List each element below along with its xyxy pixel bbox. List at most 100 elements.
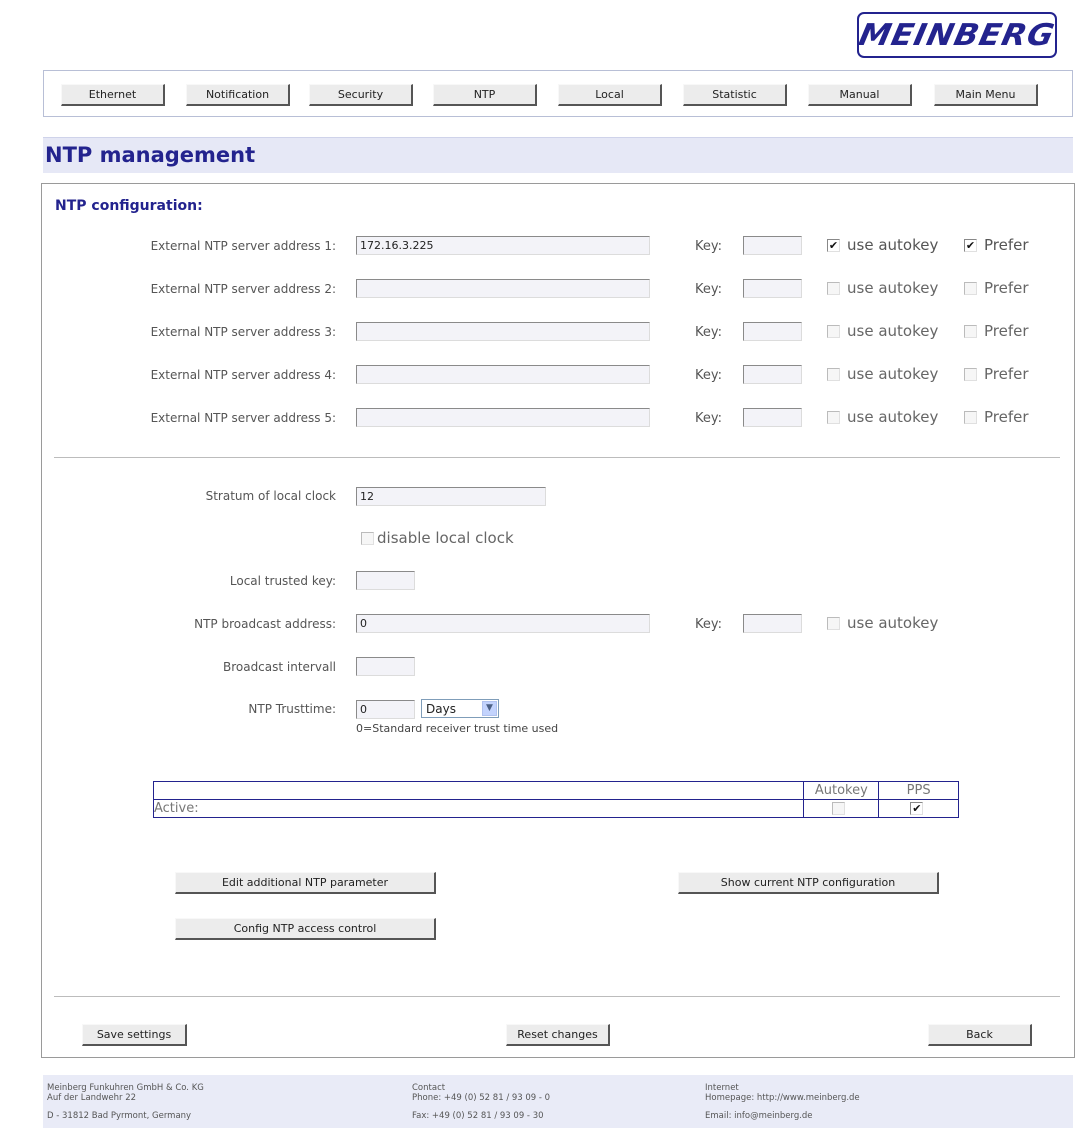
trusttime-unit-value: Days	[426, 702, 456, 716]
server-4-label: External NTP server address 4:	[150, 368, 336, 382]
company-name: Meinberg Funkuhren GmbH & Co. KG	[47, 1083, 204, 1093]
server-3-key-label: Key:	[694, 325, 722, 340]
trusted-key-input[interactable]	[356, 571, 415, 590]
server-3-address-input[interactable]	[356, 322, 650, 341]
stratum-label: Stratum of local clock	[205, 489, 336, 503]
stratum-input[interactable]: 12	[356, 487, 546, 506]
broadcast-autokey-checkbox[interactable]	[827, 617, 840, 630]
footer-company: Meinberg Funkuhren GmbH & Co. KG Auf der…	[47, 1083, 204, 1121]
active-row-label: Active:	[152, 799, 805, 818]
divider	[54, 996, 1060, 997]
server-5-key-input[interactable]	[743, 408, 802, 427]
server-1-key-label: Key:	[694, 239, 722, 254]
trusttime-input[interactable]: 0	[356, 700, 415, 719]
nav-security-button[interactable]: Security	[309, 84, 413, 106]
footer-contact: Contact Phone: +49 (0) 52 81 / 93 09 - 0…	[412, 1083, 550, 1121]
nav-bar: Ethernet Notification Security NTP Local…	[43, 70, 1073, 117]
server-2-autokey-label: use autokey	[847, 279, 939, 297]
server-4-key-input[interactable]	[743, 365, 802, 384]
server-5-autokey-label: use autokey	[847, 408, 939, 426]
show-current-ntp-configuration-button[interactable]: Show current NTP configuration	[678, 872, 939, 894]
broadcast-interval-input[interactable]	[356, 657, 415, 676]
internet-title: Internet	[705, 1083, 739, 1093]
server-3-label: External NTP server address 3:	[150, 325, 336, 339]
logo-text: MEINBERG	[855, 17, 1059, 53]
server-3-key-input[interactable]	[743, 322, 802, 341]
server-5-address-input[interactable]	[356, 408, 650, 427]
server-1-prefer-checkbox[interactable]: ✔	[964, 239, 977, 252]
nav-manual-button[interactable]: Manual	[808, 84, 912, 106]
footer: Meinberg Funkuhren GmbH & Co. KG Auf der…	[43, 1075, 1073, 1128]
contact-fax: Fax: +49 (0) 52 81 / 93 09 - 30	[412, 1111, 544, 1121]
server-3-prefer-checkbox[interactable]	[964, 325, 977, 338]
contact-title: Contact	[412, 1083, 446, 1093]
server-1-address-input[interactable]: 172.16.3.225	[356, 236, 650, 255]
disable-local-clock-checkbox[interactable]	[361, 532, 374, 545]
server-2-prefer-checkbox[interactable]	[964, 282, 977, 295]
trusttime-note: 0=Standard receiver trust time used	[356, 722, 559, 735]
company-street: Auf der Landwehr 22	[47, 1093, 137, 1103]
active-table: Autokey PPS Active: ✔	[152, 781, 959, 818]
broadcast-address-input[interactable]: 0	[356, 614, 650, 633]
server-3-autokey-checkbox[interactable]	[827, 325, 840, 338]
broadcast-address-label: NTP broadcast address:	[194, 617, 336, 631]
server-5-label: External NTP server address 5:	[150, 411, 336, 425]
server-2-prefer-label: Prefer	[984, 279, 1029, 297]
broadcast-key-input[interactable]	[743, 614, 802, 633]
server-2-key-label: Key:	[694, 282, 722, 297]
server-4-prefer-checkbox[interactable]	[964, 368, 977, 381]
trusttime-label: NTP Trusttime:	[248, 702, 336, 716]
server-2-address-input[interactable]	[356, 279, 650, 298]
broadcast-key-label: Key:	[694, 617, 722, 632]
server-5-prefer-label: Prefer	[984, 408, 1029, 426]
meinberg-logo: MEINBERG	[855, 12, 1059, 58]
homepage-link[interactable]: Homepage: http://www.meinberg.de	[705, 1093, 860, 1103]
server-4-prefer-label: Prefer	[984, 365, 1029, 383]
autokey-column-header: Autokey	[803, 781, 880, 800]
nav-main-menu-button[interactable]: Main Menu	[934, 84, 1038, 106]
disable-local-clock-label: disable local clock	[377, 529, 514, 547]
nav-notification-button[interactable]: Notification	[186, 84, 290, 106]
nav-ntp-button[interactable]: NTP	[433, 84, 537, 106]
server-5-prefer-checkbox[interactable]	[964, 411, 977, 424]
server-1-prefer-label: Prefer	[984, 236, 1029, 254]
server-1-label: External NTP server address 1:	[150, 239, 336, 253]
page-title: NTP management	[45, 143, 256, 167]
server-3-autokey-label: use autokey	[847, 322, 939, 340]
server-4-key-label: Key:	[694, 368, 722, 383]
edit-additional-ntp-parameter-button[interactable]: Edit additional NTP parameter	[175, 872, 436, 894]
active-autokey-checkbox[interactable]	[832, 802, 846, 815]
server-5-autokey-checkbox[interactable]	[827, 411, 840, 424]
trusted-key-label: Local trusted key:	[229, 574, 336, 588]
config-ntp-access-control-button[interactable]: Config NTP access control	[175, 918, 436, 940]
contact-phone: Phone: +49 (0) 52 81 / 93 09 - 0	[412, 1093, 551, 1103]
company-city: D - 31812 Bad Pyrmont, Germany	[47, 1111, 192, 1121]
back-button[interactable]: Back	[928, 1024, 1032, 1046]
pps-column-header: PPS	[878, 781, 959, 800]
broadcast-autokey-label: use autokey	[847, 614, 939, 632]
active-pps-checkbox[interactable]: ✔	[910, 802, 924, 815]
server-1-autokey-checkbox[interactable]: ✔	[827, 239, 840, 252]
server-1-key-input[interactable]	[743, 236, 802, 255]
chevron-down-icon[interactable]: ▼	[482, 701, 497, 716]
footer-internet: Internet Homepage: http://www.meinberg.d…	[705, 1083, 860, 1121]
server-1-autokey-label: use autokey	[847, 236, 939, 254]
trusttime-unit-select[interactable]: Days ▼	[421, 699, 499, 718]
server-4-autokey-label: use autokey	[847, 365, 939, 383]
server-2-key-input[interactable]	[743, 279, 802, 298]
email-link[interactable]: Email: info@meinberg.de	[705, 1111, 860, 1121]
divider	[54, 457, 1060, 458]
server-4-autokey-checkbox[interactable]	[827, 368, 840, 381]
reset-changes-button[interactable]: Reset changes	[506, 1024, 610, 1046]
server-3-prefer-label: Prefer	[984, 322, 1029, 340]
nav-local-button[interactable]: Local	[558, 84, 662, 106]
broadcast-interval-label: Broadcast intervall	[222, 660, 336, 674]
server-5-key-label: Key:	[694, 411, 722, 426]
section-title: NTP configuration:	[55, 198, 203, 214]
nav-statistic-button[interactable]: Statistic	[683, 84, 787, 106]
server-2-autokey-checkbox[interactable]	[827, 282, 840, 295]
nav-ethernet-button[interactable]: Ethernet	[61, 84, 165, 106]
server-2-label: External NTP server address 2:	[150, 282, 336, 296]
server-4-address-input[interactable]	[356, 365, 650, 384]
save-settings-button[interactable]: Save settings	[82, 1024, 187, 1046]
